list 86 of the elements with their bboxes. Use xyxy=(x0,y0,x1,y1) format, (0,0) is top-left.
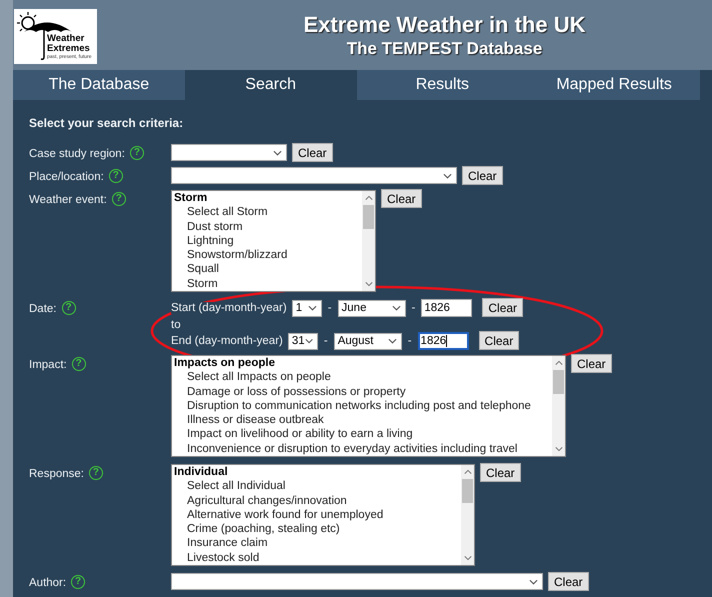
list-group-header: Impacts on people xyxy=(174,356,276,370)
date-separator: - xyxy=(406,335,413,347)
date-label: End (day-month-year) xyxy=(171,335,283,347)
list-option[interactable]: Storm xyxy=(174,276,362,291)
list-option[interactable]: Dust storm xyxy=(174,220,362,234)
site-subtitle: The TEMPEST Database xyxy=(346,38,542,60)
list-option[interactable]: Lightning xyxy=(174,234,362,248)
list-option[interactable]: Crime (poaching, stealing etc) xyxy=(174,522,461,536)
year-input[interactable]: 1826 xyxy=(421,299,472,317)
list-option[interactable]: Select all Impacts on people xyxy=(174,370,552,385)
list-option[interactable]: Select all Storm xyxy=(174,205,362,220)
list-group-header: Storm xyxy=(174,191,208,206)
clear-button[interactable]: Clear xyxy=(381,189,422,208)
day-dropdown[interactable]: 31 xyxy=(288,332,318,350)
help-icon[interactable]: ? xyxy=(108,169,123,183)
field-label: Impact: xyxy=(29,358,67,373)
caret-icon xyxy=(273,150,282,156)
dropdown-field[interactable] xyxy=(171,167,457,184)
clear-button[interactable]: Clear xyxy=(571,354,612,373)
scroll-down-icon[interactable] xyxy=(364,281,372,287)
scrollbar-thumb[interactable] xyxy=(363,205,374,229)
logo-text: Weather xyxy=(47,34,86,44)
list-option[interactable]: Illness or disease outbreak xyxy=(174,413,552,428)
dropdown-field[interactable] xyxy=(171,144,287,161)
list-group-header: Individual xyxy=(174,465,229,480)
scroll-down-icon[interactable] xyxy=(554,446,562,452)
list-option[interactable]: Damage or loss of possessions or property xyxy=(174,384,552,399)
field-label: Weather event: xyxy=(29,193,107,208)
scroll-up-icon[interactable] xyxy=(364,195,372,201)
date-separator: - xyxy=(326,302,333,314)
field-label: Date: xyxy=(29,302,56,317)
scroll-down-icon[interactable] xyxy=(464,555,472,561)
site-title: Extreme Weather in the UK xyxy=(303,12,586,38)
list-option[interactable]: Snowstorm/blizzard xyxy=(174,248,362,262)
field-label: Response: xyxy=(29,467,84,482)
field-label: Case study region: xyxy=(29,147,125,162)
help-icon[interactable]: ? xyxy=(88,466,103,480)
caret-icon xyxy=(443,172,452,178)
day-dropdown[interactable]: 1 xyxy=(292,300,322,316)
field-label: Author: xyxy=(29,576,66,591)
list-option[interactable]: Alternative work found for unemployed xyxy=(174,508,461,522)
clear-button[interactable]: Clear xyxy=(292,143,333,162)
help-icon[interactable]: ? xyxy=(62,301,76,315)
list-box[interactable] xyxy=(171,355,566,457)
help-icon[interactable]: ? xyxy=(130,146,144,160)
field-label: Place/location: xyxy=(29,170,104,185)
list-option[interactable]: Squall xyxy=(174,262,362,277)
scroll-up-icon[interactable] xyxy=(554,360,562,366)
list-option[interactable]: Agricultural changes/innovation xyxy=(174,494,461,508)
list-option[interactable]: Insurance claim xyxy=(174,536,461,551)
caret-icon xyxy=(304,338,313,344)
scrollbar-thumb[interactable] xyxy=(462,479,473,503)
date-separator: - xyxy=(410,302,416,314)
list-option[interactable]: Disruption to communication networks including post and telephone xyxy=(174,398,552,414)
help-icon[interactable]: ? xyxy=(112,192,126,206)
caret-icon xyxy=(388,338,397,344)
list-option[interactable]: Inconvenience or disruption to everyday activities including travel xyxy=(174,442,552,456)
clear-button[interactable]: Clear xyxy=(480,463,521,482)
clear-button[interactable]: Clear xyxy=(482,298,524,317)
scrollbar[interactable] xyxy=(362,191,375,291)
date-separator: - xyxy=(322,335,329,347)
scrollbar[interactable] xyxy=(461,465,474,565)
nav-tab[interactable]: Search xyxy=(184,70,356,100)
list-option[interactable]: Livestock sold xyxy=(174,550,461,565)
list-box[interactable]: Storm Select all Storm Dust storm Lightning Snowstorm/blizzard Squall Storm xyxy=(171,190,376,292)
clear-button[interactable]: Clear xyxy=(462,166,503,185)
list-option[interactable]: Impact on livelihood or ability to earn a living xyxy=(174,427,552,442)
clear-button[interactable]: Clear xyxy=(548,572,589,591)
clear-button[interactable]: Clear xyxy=(478,331,520,350)
logo-text: Extremes xyxy=(47,44,91,54)
year-input[interactable]: 1826 xyxy=(418,332,469,350)
dropdown-field[interactable] xyxy=(171,573,543,590)
caret-icon xyxy=(529,578,538,584)
scroll-up-icon[interactable] xyxy=(464,469,472,475)
scrollbar-thumb[interactable] xyxy=(553,370,564,394)
scrollbar[interactable] xyxy=(552,356,565,456)
list-option[interactable]: Select all Individual xyxy=(174,479,461,494)
caret-icon xyxy=(392,305,401,311)
month-dropdown[interactable]: June xyxy=(338,300,406,316)
help-icon[interactable]: ? xyxy=(72,357,86,371)
month-dropdown[interactable]: August xyxy=(334,332,402,350)
date-label: Start (day-month-year) xyxy=(171,302,287,314)
section-heading: Select your search criteria: xyxy=(29,116,184,130)
caret-icon xyxy=(308,305,317,311)
list-box[interactable]: Individual Select all Individual Agricultural changes/innovation Alternative work found for unemployed Crime (poaching, stealing etc) Insurance claim Livestock sold xyxy=(171,464,475,566)
help-icon[interactable]: ? xyxy=(71,575,86,589)
